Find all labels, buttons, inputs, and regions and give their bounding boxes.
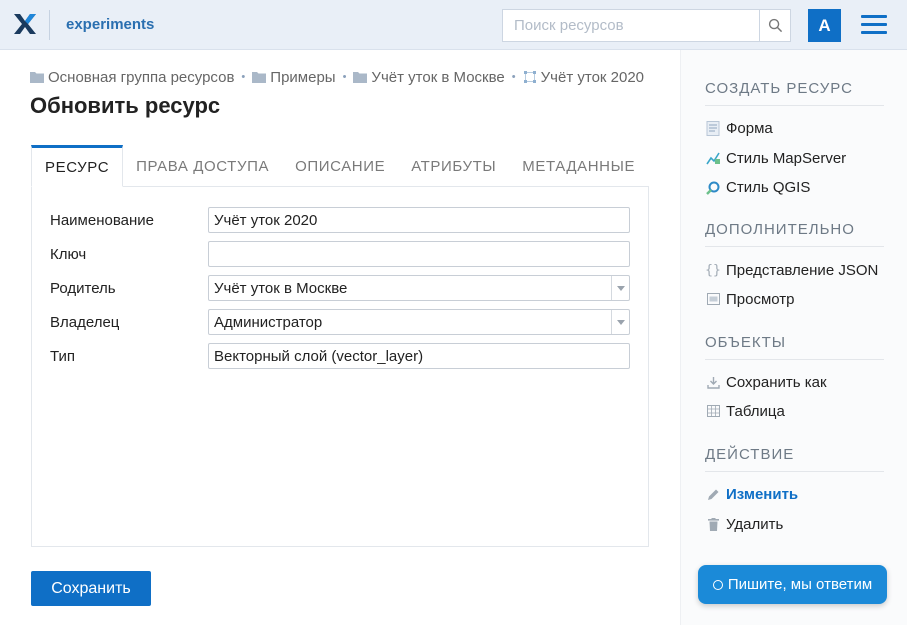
create-qgis-style-label: Стиль QGIS	[726, 178, 811, 196]
chat-icon	[712, 579, 723, 590]
form-row-name: Наименование	[50, 207, 631, 233]
create-form-link[interactable]: Форма	[705, 118, 773, 138]
name-field[interactable]	[209, 208, 629, 232]
tab-metadata[interactable]: МЕТАДАННЫЕ	[509, 145, 648, 187]
vector-layer-icon	[523, 71, 536, 83]
chevron-down-icon	[616, 285, 625, 291]
breadcrumb-label: Примеры	[270, 68, 336, 86]
breadcrumb-label: Учёт уток в Москве	[371, 68, 505, 86]
parent-dropdown-button[interactable]	[611, 276, 629, 300]
chevron-down-icon	[616, 319, 625, 325]
form-icon	[705, 120, 721, 136]
search-input[interactable]	[503, 10, 759, 41]
form-row-parent: Родитель Учёт уток в Москве	[50, 275, 631, 301]
breadcrumb-item[interactable]: Примеры	[252, 68, 336, 86]
breadcrumb-item[interactable]: Учёт уток в Москве	[353, 68, 505, 86]
table-link[interactable]: Таблица	[705, 401, 785, 421]
tab-resource[interactable]: РЕСУРС	[31, 145, 124, 187]
key-field-wrap	[208, 241, 630, 267]
owner-label: Владелец	[50, 314, 120, 331]
name-label: Наименование	[50, 212, 154, 229]
breadcrumb-label: Учёт уток 2020	[540, 68, 645, 86]
folder-icon	[30, 72, 44, 83]
breadcrumb-separator: •	[511, 71, 516, 83]
page-title: Обновить ресурс	[30, 93, 221, 118]
delete-label: Удалить	[726, 515, 784, 533]
hamburger-menu-icon[interactable]	[861, 15, 887, 35]
type-field-wrap	[208, 343, 630, 369]
breadcrumb-separator: •	[342, 71, 347, 83]
parent-select[interactable]: Учёт уток в Москве	[208, 275, 630, 301]
section-create-resource-title: СОЗДАТЬ РЕСУРС	[705, 80, 884, 106]
logo-divider	[49, 10, 50, 40]
edit-label: Изменить	[726, 485, 799, 503]
owner-select[interactable]: Администратор	[208, 309, 630, 335]
create-form-label: Форма	[726, 119, 773, 137]
search-icon	[768, 18, 782, 33]
trash-icon	[705, 516, 721, 532]
search-button[interactable]	[759, 9, 791, 42]
preview-link[interactable]: Просмотр	[705, 289, 795, 309]
actions-sidebar: СОЗДАТЬ РЕСУРС Форма Стиль MapServer Сти…	[680, 50, 907, 625]
mapserver-style-icon	[705, 150, 721, 166]
form-row-type: Тип	[50, 343, 631, 369]
parent-label: Родитель	[50, 280, 116, 297]
chat-widget-button[interactable]: Пишите, мы ответим	[698, 565, 887, 604]
key-field[interactable]	[209, 242, 629, 266]
section-action-title: ДЕЙСТВИЕ	[705, 446, 884, 472]
edit-link[interactable]: Изменить	[705, 484, 798, 504]
save-as-link[interactable]: Сохранить как	[705, 372, 827, 392]
search-box[interactable]	[502, 9, 760, 42]
key-label: Ключ	[50, 246, 87, 263]
save-as-label: Сохранить как	[726, 373, 827, 391]
delete-link[interactable]: Удалить	[705, 514, 783, 534]
breadcrumb: Основная группа ресурсов • Примеры • Учё…	[30, 68, 644, 86]
top-header: experiments А	[0, 0, 907, 50]
breadcrumb-separator: •	[241, 71, 246, 83]
breadcrumb-item-current: Учёт уток 2020	[523, 69, 644, 86]
qgis-style-icon	[705, 179, 721, 195]
form-row-owner: Владелец Администратор	[50, 309, 631, 335]
tab-attributes[interactable]: АТРИБУТЫ	[398, 145, 509, 187]
preview-label: Просмотр	[726, 290, 795, 308]
tab-bar: РЕСУРС ПРАВА ДОСТУПА ОПИСАНИЕ АТРИБУТЫ М…	[31, 145, 649, 187]
tab-permissions[interactable]: ПРАВА ДОСТУПА	[123, 145, 282, 187]
pencil-icon	[705, 486, 721, 502]
save-button[interactable]: Сохранить	[31, 571, 151, 606]
resource-form-panel: Наименование Ключ Родитель Учёт уток в М…	[31, 186, 649, 547]
json-view-link[interactable]: {} Представление JSON	[705, 260, 878, 280]
name-field-wrap	[208, 207, 630, 233]
breadcrumb-item[interactable]: Основная группа ресурсов	[30, 69, 234, 86]
create-mapserver-style-label: Стиль MapServer	[726, 149, 847, 167]
folder-icon	[353, 72, 368, 83]
create-mapserver-style-link[interactable]: Стиль MapServer	[705, 148, 846, 168]
tab-description[interactable]: ОПИСАНИЕ	[282, 145, 398, 187]
owner-select-value: Администратор	[214, 314, 323, 331]
type-label: Тип	[50, 348, 76, 365]
folder-icon	[252, 72, 267, 83]
owner-dropdown-button[interactable]	[611, 310, 629, 334]
preview-icon	[705, 291, 721, 307]
section-objects-title: ОБЪЕКТЫ	[705, 334, 884, 360]
create-qgis-style-link[interactable]: Стиль QGIS	[705, 177, 810, 197]
json-view-label: Представление JSON	[726, 261, 879, 279]
chat-label: Пишите, мы ответим	[727, 576, 873, 593]
type-field[interactable]	[209, 344, 629, 368]
table-icon	[705, 403, 721, 419]
nextgis-logo[interactable]	[13, 12, 37, 36]
app-title[interactable]: experiments	[66, 16, 154, 33]
user-avatar[interactable]: А	[808, 9, 841, 42]
section-additional-title: ДОПОЛНИТЕЛЬНО	[705, 221, 884, 247]
download-icon	[705, 374, 721, 390]
parent-select-value: Учёт уток в Москве	[214, 280, 348, 297]
json-icon: {}	[705, 262, 721, 278]
breadcrumb-label: Основная группа ресурсов	[48, 68, 235, 86]
table-label: Таблица	[726, 402, 785, 420]
form-row-key: Ключ	[50, 241, 631, 267]
